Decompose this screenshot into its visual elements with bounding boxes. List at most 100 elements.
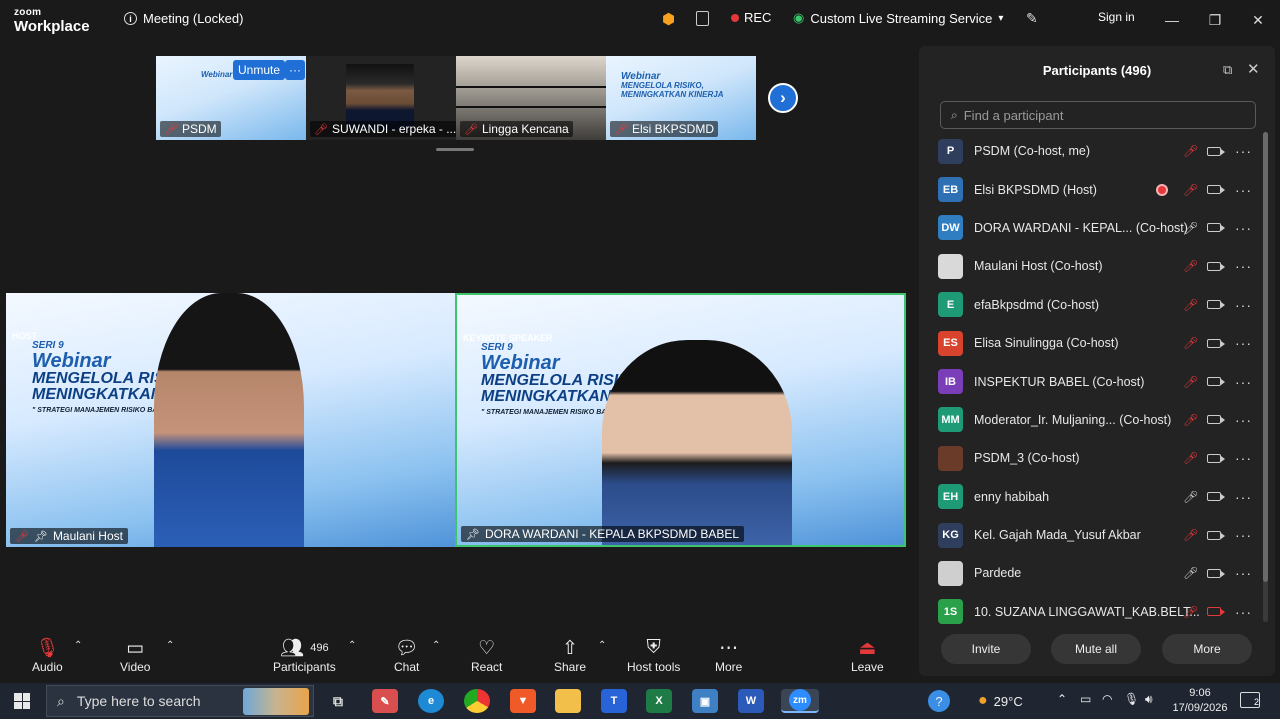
participant-row[interactable]: P PSDM (Co-host, me) 🎤︎ ··· <box>919 132 1265 170</box>
camera-icon[interactable] <box>1207 453 1225 463</box>
chat-options-caret[interactable]: ⌃ <box>432 640 440 651</box>
scrollbar-thumb[interactable] <box>1263 132 1268 582</box>
participant-more-icon[interactable]: ··· <box>1235 489 1252 505</box>
participant-more-icon[interactable]: ··· <box>1235 527 1252 543</box>
weather-widget[interactable]: ● 29°C <box>978 692 1023 710</box>
camera-off-icon[interactable] <box>1207 607 1225 617</box>
brave-icon[interactable]: ▼ <box>510 689 536 713</box>
notes-icon[interactable] <box>696 11 709 26</box>
camera-icon[interactable] <box>1207 300 1225 310</box>
mic-muted-icon[interactable]: 🎤︎ <box>1183 183 1198 197</box>
mic-muted-icon[interactable]: 🎤︎ <box>1183 259 1198 273</box>
windows-start-icon[interactable] <box>14 693 30 709</box>
close-icon[interactable]: ✕ <box>1246 8 1270 32</box>
next-page-button[interactable]: › <box>768 83 798 113</box>
thumbnail-suwandi[interactable]: 🎤︎ SUWANDI - erpeka - ... <box>306 56 456 140</box>
task-view-icon[interactable]: ⧉ <box>325 689 351 713</box>
more-button[interactable]: More <box>1162 634 1252 664</box>
strip-resize-handle[interactable] <box>436 148 474 151</box>
participants-options-caret[interactable]: ⌃ <box>348 640 356 651</box>
excel-icon[interactable]: X <box>646 689 672 713</box>
video-button[interactable]: ▭ Video <box>120 636 150 675</box>
edge-icon[interactable]: e <box>418 689 444 713</box>
participant-row[interactable]: ES Elisa Sinulingga (Co-host) 🎤︎ ··· <box>919 324 1265 362</box>
participant-more-icon[interactable]: ··· <box>1235 412 1252 428</box>
participant-row[interactable]: Pardede 🎤︎ ··· <box>919 554 1265 592</box>
file-explorer-icon[interactable] <box>555 689 581 713</box>
close-icon[interactable]: ✕ <box>1247 60 1260 78</box>
camera-icon[interactable] <box>1207 377 1225 387</box>
help-icon[interactable]: ? <box>928 690 950 712</box>
participant-row[interactable]: DW DORA WARDANI - KEPAL... (Co-host) 🎤︎ ··· <box>919 209 1265 247</box>
search-input[interactable] <box>963 107 1234 123</box>
mic-icon[interactable]: 🎤︎ <box>1183 221 1198 235</box>
mute-all-button[interactable]: Mute all <box>1051 634 1141 664</box>
microphone-icon[interactable]: 🎙︎ <box>1124 692 1139 706</box>
camera-icon[interactable] <box>1207 146 1225 156</box>
participant-row[interactable]: EefaBkpsdmd (Co-host) 🎤︎ ··· <box>919 286 1265 324</box>
participant-more-icon[interactable]: ··· <box>1235 182 1252 198</box>
participant-row[interactable]: EB Elsi BKPSDMD (Host) 🎤︎ ··· <box>919 170 1265 208</box>
video-dora-wardani[interactable]: KEYNOTE SPEAKER SERI 9 Webinar MENGELOLA… <box>455 293 906 547</box>
react-button[interactable]: ♡ React <box>471 636 502 675</box>
mic-muted-icon[interactable]: 🎤︎ <box>1183 144 1198 158</box>
notification-center-icon[interactable]: 2 <box>1240 692 1260 708</box>
video-options-caret[interactable]: ⌃ <box>166 640 174 651</box>
teams-icon[interactable]: T <box>601 689 627 713</box>
mic-muted-icon[interactable]: 🎤︎ <box>1183 413 1198 427</box>
popout-icon[interactable]: ⧉ <box>1223 62 1232 78</box>
camera-icon[interactable] <box>1207 338 1225 348</box>
mic-icon[interactable]: 🎤︎ <box>1183 490 1198 504</box>
annotate-pen-icon[interactable]: ✎ <box>1026 10 1038 27</box>
zoom-taskbar-icon[interactable]: zm <box>781 689 819 713</box>
share-options-caret[interactable]: ⌃ <box>598 640 606 651</box>
camera-icon[interactable] <box>1207 223 1225 233</box>
participant-row[interactable]: KG Kel. Gajah Mada_Yusuf Akbar 🎤︎ ··· <box>919 516 1265 554</box>
minimize-icon[interactable]: — <box>1160 8 1184 32</box>
taskbar-clock[interactable]: 9:06 17/09/2026 <box>1170 686 1230 716</box>
camera-icon[interactable] <box>1207 185 1225 195</box>
more-button[interactable]: ⋯ More <box>715 636 742 675</box>
participant-more-icon[interactable]: ··· <box>1235 450 1252 466</box>
participant-more-icon[interactable]: ··· <box>1235 258 1252 274</box>
unmute-button[interactable]: Unmute <box>233 60 286 80</box>
participant-row[interactable]: EH enny habibah 🎤︎ ··· <box>919 478 1265 516</box>
camera-icon[interactable] <box>1207 492 1225 502</box>
leave-button[interactable]: ⏏︎ Leave <box>851 636 884 675</box>
network-icon[interactable]: ▭ <box>1080 692 1091 706</box>
security-shield-icon[interactable]: ⬢ <box>662 10 675 28</box>
chrome-icon[interactable] <box>464 689 490 713</box>
mic-icon[interactable]: 🎤︎ <box>1183 566 1198 580</box>
camera-icon[interactable] <box>1207 261 1225 271</box>
view-layout-icon[interactable] <box>1062 12 1076 26</box>
chat-button[interactable]: 💬︎ Chat <box>394 636 419 674</box>
camera-icon[interactable] <box>1207 568 1225 578</box>
mic-muted-icon[interactable]: 🎤︎ <box>1183 451 1198 465</box>
thumbnail-lingga[interactable]: 🎤︎ Lingga Kencana <box>456 56 606 140</box>
audio-button[interactable]: 🎙︎ Audio <box>32 636 63 674</box>
participant-more-icon[interactable]: ··· <box>1235 297 1252 313</box>
mic-muted-icon[interactable]: 🎤︎ <box>1183 605 1198 619</box>
volume-icon[interactable]: 🔊︎ <box>1145 692 1153 707</box>
mic-muted-icon[interactable]: 🎤︎ <box>1183 336 1198 350</box>
participant-more-icon[interactable]: ··· <box>1235 335 1252 351</box>
invite-button[interactable]: Invite <box>941 634 1031 664</box>
taskbar-search[interactable]: ⌕ Type here to search <box>46 685 314 717</box>
participant-more-icon[interactable]: ··· <box>1235 143 1252 159</box>
word-icon[interactable]: W <box>738 689 764 713</box>
participant-more-icon[interactable]: ··· <box>1235 374 1252 390</box>
wifi-icon[interactable]: ◠ <box>1102 692 1112 706</box>
live-streaming-menu[interactable]: ◉ Custom Live Streaming Service ▾ <box>793 10 1003 26</box>
mic-muted-icon[interactable]: 🎤︎ <box>1183 298 1198 312</box>
camera-icon[interactable] <box>1207 530 1225 540</box>
share-button[interactable]: ⇧ Share <box>554 636 586 675</box>
show-hidden-icons-icon[interactable]: ⌃ <box>1057 692 1067 706</box>
thumbnail-elsi[interactable]: Webinar MENGELOLA RISIKO, MENINGKATKAN K… <box>606 56 756 140</box>
participant-row[interactable]: Maulani Host (Co-host) 🎤︎ ··· <box>919 247 1265 285</box>
thumbnail-more-button[interactable]: ··· <box>285 60 305 80</box>
recording-indicator[interactable]: REC <box>731 10 771 25</box>
participant-row[interactable]: PSDM_3 (Co-host) 🎤︎ ··· <box>919 439 1265 477</box>
signin-button[interactable]: Sign in <box>1098 10 1135 24</box>
participant-row[interactable]: IB INSPEKTUR BABEL (Co-host) 🎤︎ ··· <box>919 362 1265 400</box>
participant-more-icon[interactable]: ··· <box>1235 604 1252 620</box>
